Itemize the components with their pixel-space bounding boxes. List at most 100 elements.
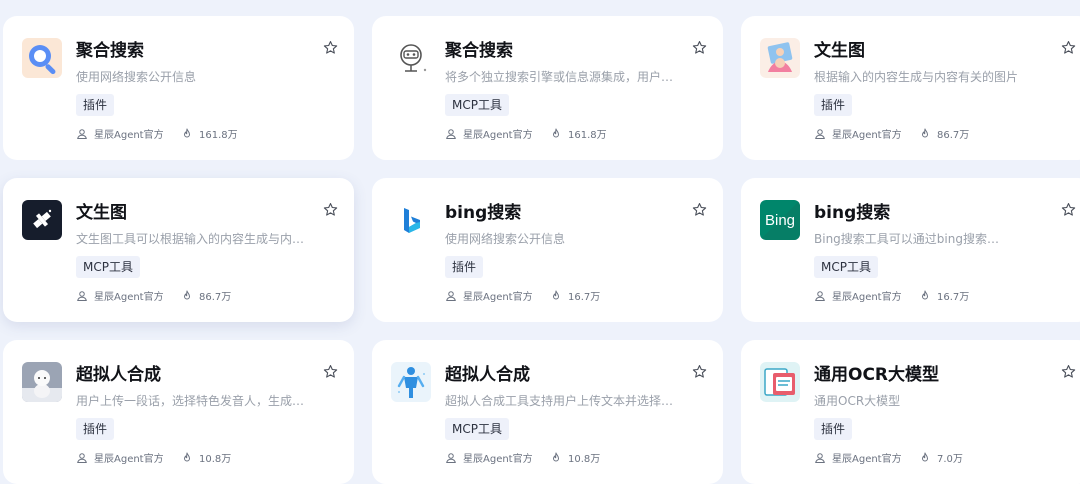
tool-card[interactable]: 通用OCR大模型 通用OCR大模型 插件 星辰Agent官方 7.0万: [741, 340, 1080, 484]
card-meta: 星辰Agent官方 10.8万: [445, 450, 600, 465]
flame-icon: [184, 290, 190, 299]
card-usage: 86.7万: [199, 292, 232, 303]
card-author: 星辰Agent官方: [94, 292, 164, 303]
star-icon[interactable]: [323, 364, 338, 379]
card-title: 聚合搜索: [445, 41, 513, 61]
card-meta: 星辰Agent官方 161.8万: [76, 126, 238, 141]
card-tag: 插件: [445, 256, 484, 278]
card-meta: 星辰Agent官方 10.8万: [76, 450, 231, 465]
card-title: 聚合搜索: [76, 41, 144, 61]
flame-icon: [553, 290, 559, 299]
star-icon[interactable]: [1061, 202, 1076, 217]
card-description: Bing搜索工具可以通过bing搜索…: [814, 232, 999, 246]
star-icon[interactable]: [323, 202, 338, 217]
card-author: 星辰Agent官方: [832, 130, 902, 141]
tool-card[interactable]: bing搜索 使用网络搜索公开信息 插件 星辰Agent官方 16.7万: [372, 178, 723, 322]
card-tag: 插件: [76, 418, 115, 440]
card-meta: 星辰Agent官方 86.7万: [814, 126, 969, 141]
card-author: 星辰Agent官方: [463, 292, 533, 303]
card-description: 根据输入的内容生成与内容有关的图片: [814, 70, 1019, 84]
card-description: 通用OCR大模型: [814, 394, 901, 408]
card-author: 星辰Agent官方: [463, 454, 533, 465]
illustration-icon: [760, 38, 800, 78]
card-title: 文生图: [76, 203, 127, 223]
card-meta: 星辰Agent官方 7.0万: [814, 450, 963, 465]
bing-logo-text: Bing: [765, 212, 795, 229]
card-description: 将多个独立搜索引擎或信息源集成，用户…: [445, 70, 674, 84]
tool-card[interactable]: 聚合搜索 将多个独立搜索引擎或信息源集成，用户… MCP工具 星辰Agent官方…: [372, 16, 723, 160]
card-tag: MCP工具: [76, 256, 140, 278]
card-usage: 161.8万: [199, 130, 238, 141]
card-usage: 10.8万: [568, 454, 601, 465]
bing-logo-icon: Bing: [760, 200, 800, 240]
card-tag: 插件: [814, 94, 853, 116]
flame-icon: [922, 290, 928, 299]
avatar-figure-icon: [22, 362, 62, 402]
tool-card[interactable]: Bing bing搜索 Bing搜索工具可以通过bing搜索… MCP工具 星辰…: [741, 178, 1080, 322]
card-meta: 星辰Agent官方 161.8万: [445, 126, 607, 141]
star-icon[interactable]: [1061, 40, 1076, 55]
flame-icon: [184, 128, 190, 137]
flame-icon: [922, 452, 928, 461]
star-icon[interactable]: [692, 202, 707, 217]
user-icon: [77, 452, 87, 463]
flame-icon: [922, 128, 928, 137]
card-title: 超拟人合成: [445, 365, 530, 385]
tool-card[interactable]: 超拟人合成 超拟人合成工具支持用户上传文本并选择… MCP工具 星辰Agent官…: [372, 340, 723, 484]
flame-icon: [553, 128, 559, 137]
card-author: 星辰Agent官方: [94, 454, 164, 465]
card-title: bing搜索: [814, 203, 891, 223]
card-description: 文生图工具可以根据输入的内容生成与内…: [76, 232, 305, 246]
card-description: 使用网络搜索公开信息: [76, 70, 197, 84]
star-icon[interactable]: [692, 364, 707, 379]
user-icon: [815, 452, 825, 463]
flame-icon: [184, 452, 190, 461]
user-icon: [446, 128, 456, 139]
card-author: 星辰Agent官方: [832, 292, 902, 303]
satellite-icon: [22, 200, 62, 240]
card-meta: 星辰Agent官方 16.7万: [814, 288, 969, 303]
tool-card[interactable]: 超拟人合成 用户上传一段话，选择特色发音人，生成… 插件 星辰Agent官方 1…: [3, 340, 354, 484]
user-icon: [446, 290, 456, 301]
card-usage: 16.7万: [937, 292, 970, 303]
card-tag: MCP工具: [814, 256, 878, 278]
card-meta: 星辰Agent官方 16.7万: [445, 288, 600, 303]
card-title: 超拟人合成: [76, 365, 161, 385]
human-body-icon: [391, 362, 431, 402]
card-title: 文生图: [814, 41, 865, 61]
robot-search-icon: [391, 38, 431, 78]
card-meta: 星辰Agent官方 86.7万: [76, 288, 231, 303]
star-icon[interactable]: [692, 40, 707, 55]
magnifier-icon: [22, 38, 62, 78]
card-title: 通用OCR大模型: [814, 365, 940, 385]
ocr-scan-icon: [760, 362, 800, 402]
star-icon[interactable]: [323, 40, 338, 55]
card-title: bing搜索: [445, 203, 522, 223]
card-tag: 插件: [814, 418, 853, 440]
tool-card[interactable]: 聚合搜索 使用网络搜索公开信息 插件 星辰Agent官方 161.8万: [3, 16, 354, 160]
user-icon: [446, 452, 456, 463]
bing-b-icon: [391, 200, 431, 240]
card-description: 超拟人合成工具支持用户上传文本并选择…: [445, 394, 674, 408]
card-usage: 86.7万: [937, 130, 970, 141]
user-icon: [77, 128, 87, 139]
flame-icon: [553, 452, 559, 461]
card-tag: MCP工具: [445, 418, 509, 440]
card-tag: MCP工具: [445, 94, 509, 116]
card-usage: 10.8万: [199, 454, 232, 465]
card-author: 星辰Agent官方: [463, 130, 533, 141]
card-description: 用户上传一段话，选择特色发音人，生成…: [76, 394, 305, 408]
card-usage: 16.7万: [568, 292, 601, 303]
card-usage: 7.0万: [937, 454, 963, 465]
card-tag: 插件: [76, 94, 115, 116]
card-usage: 161.8万: [568, 130, 607, 141]
tool-card[interactable]: 文生图 根据输入的内容生成与内容有关的图片 插件 星辰Agent官方 86.7万: [741, 16, 1080, 160]
user-icon: [815, 290, 825, 301]
user-icon: [77, 290, 87, 301]
card-author: 星辰Agent官方: [94, 130, 164, 141]
card-description: 使用网络搜索公开信息: [445, 232, 566, 246]
user-icon: [815, 128, 825, 139]
card-author: 星辰Agent官方: [832, 454, 902, 465]
star-icon[interactable]: [1061, 364, 1076, 379]
tool-card[interactable]: 文生图 文生图工具可以根据输入的内容生成与内… MCP工具 星辰Agent官方 …: [3, 178, 354, 322]
